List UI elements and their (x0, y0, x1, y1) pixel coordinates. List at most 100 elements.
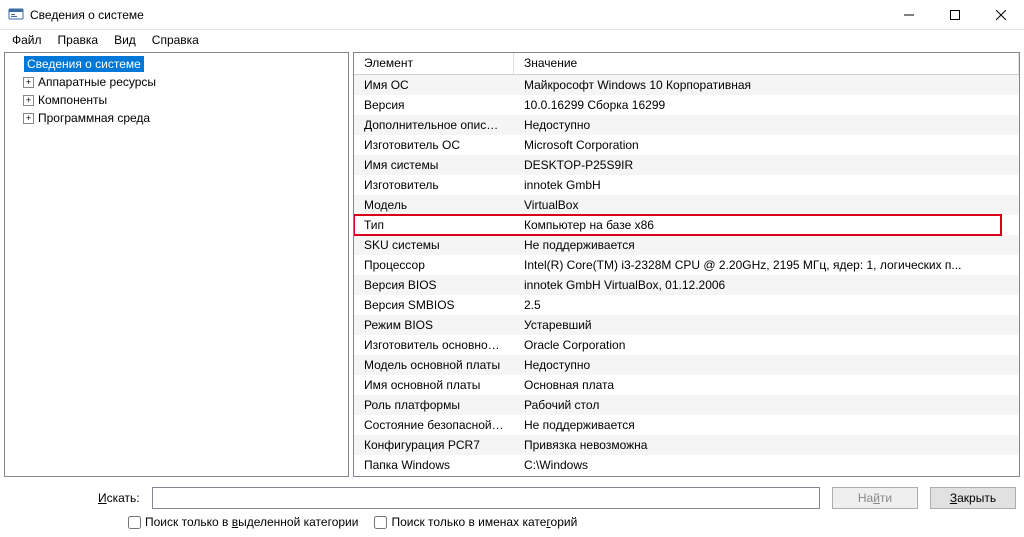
detail-cell-value: Не поддерживается (514, 238, 1019, 252)
tree-item-label: Программная среда (38, 111, 150, 125)
detail-row[interactable]: ТипКомпьютер на базе x86 (354, 215, 1019, 235)
detail-cell-name: Имя системы (354, 158, 514, 172)
detail-cell-name: Версия (354, 98, 514, 112)
detail-cell-value: innotek GmbH (514, 178, 1019, 192)
detail-row[interactable]: Модель основной платыНедоступно (354, 355, 1019, 375)
check-selected-category[interactable]: Поиск только в выделенной категории (128, 515, 358, 529)
detail-row[interactable]: ПроцессорIntel(R) Core(TM) i3-2328M CPU … (354, 255, 1019, 275)
detail-cell-name: Роль платформы (354, 398, 514, 412)
tree-item-label: Аппаратные ресурсы (38, 75, 156, 89)
detail-header: Элемент Значение (354, 53, 1019, 75)
detail-cell-value: Основная плата (514, 378, 1019, 392)
menu-bar: Файл Правка Вид Справка (0, 30, 1024, 50)
detail-cell-value: 2.5 (514, 298, 1019, 312)
check-selected-category-box[interactable] (128, 516, 141, 529)
expand-icon[interactable]: + (23, 113, 34, 124)
detail-cell-name: SKU системы (354, 238, 514, 252)
detail-cell-value: Oracle Corporation (514, 338, 1019, 352)
detail-cell-value: Недоступно (514, 118, 1019, 132)
detail-cell-value: Привязка невозможна (514, 438, 1019, 452)
menu-edit[interactable]: Правка (50, 31, 107, 49)
tree-item[interactable]: + Компоненты (5, 91, 348, 109)
detail-cell-value: Рабочий стол (514, 398, 1019, 412)
menu-view[interactable]: Вид (106, 31, 144, 49)
detail-cell-name: Режим BIOS (354, 318, 514, 332)
tree-item[interactable]: + Программная среда (5, 109, 348, 127)
detail-row[interactable]: Версия SMBIOS2.5 (354, 295, 1019, 315)
detail-scroll[interactable]: Элемент Значение Имя ОСМайкрософт Window… (354, 53, 1019, 476)
close-search-button[interactable]: Закрыть (930, 487, 1016, 509)
detail-cell-value: 10.0.16299 Сборка 16299 (514, 98, 1019, 112)
detail-row[interactable]: Версия10.0.16299 Сборка 16299 (354, 95, 1019, 115)
detail-row[interactable]: Имя основной платыОсновная плата (354, 375, 1019, 395)
detail-row[interactable]: Изготовитель основной платыOracle Corpor… (354, 335, 1019, 355)
detail-cell-value: C:\Windows (514, 458, 1019, 472)
detail-cell-name: Тип (354, 218, 514, 232)
detail-cell-name: Версия SMBIOS (354, 298, 514, 312)
tree: Сведения о системе + Аппаратные ресурсы + К… (5, 53, 348, 129)
title-bar: Сведения о системе (0, 0, 1024, 30)
detail-row[interactable]: Имя ОСМайкрософт Windows 10 Корпоративна… (354, 75, 1019, 95)
detail-body: Имя ОСМайкрософт Windows 10 Корпоративна… (354, 75, 1019, 475)
detail-cell-name: Имя ОС (354, 78, 514, 92)
detail-row[interactable]: Изготовитель ОСMicrosoft Corporation (354, 135, 1019, 155)
detail-row[interactable]: Конфигурация PCR7Привязка невозможна (354, 435, 1019, 455)
tree-root[interactable]: Сведения о системе (5, 55, 348, 73)
search-options-row: Поиск только в выделенной категории Поис… (8, 515, 1016, 529)
detail-row[interactable]: МодельVirtualBox (354, 195, 1019, 215)
app-icon (8, 7, 24, 23)
detail-row[interactable]: Состояние безопасной загруз...Не поддерж… (354, 415, 1019, 435)
detail-cell-name: Папка Windows (354, 458, 514, 472)
menu-file[interactable]: Файл (4, 31, 50, 49)
detail-row[interactable]: Имя системыDESKTOP-P25S9IR (354, 155, 1019, 175)
detail-row[interactable]: Режим BIOSУстаревший (354, 315, 1019, 335)
tree-item[interactable]: + Аппаратные ресурсы (5, 73, 348, 91)
find-button[interactable]: Найти (832, 487, 918, 509)
detail-cell-value: Устаревший (514, 318, 1019, 332)
detail-row[interactable]: Папка WindowsC:\Windows (354, 455, 1019, 475)
expand-icon[interactable]: + (23, 95, 34, 106)
window-title: Сведения о системе (30, 8, 144, 22)
detail-cell-name: Имя основной платы (354, 378, 514, 392)
tree-item-label: Компоненты (38, 93, 107, 107)
detail-cell-value: innotek GmbH VirtualBox, 01.12.2006 (514, 278, 1019, 292)
detail-cell-value: VirtualBox (514, 198, 1019, 212)
minimize-button[interactable] (886, 0, 932, 29)
detail-cell-name: Дополнительное описание ОС (354, 118, 514, 132)
column-header-name[interactable]: Элемент (354, 53, 514, 74)
tree-root-label: Сведения о системе (24, 56, 144, 72)
search-input[interactable] (152, 487, 820, 509)
column-header-value[interactable]: Значение (514, 53, 1019, 74)
check-category-names-box[interactable] (374, 516, 387, 529)
tree-pane: Сведения о системе + Аппаратные ресурсы + К… (4, 52, 349, 477)
detail-cell-name: Изготовитель ОС (354, 138, 514, 152)
detail-cell-name: Процессор (354, 258, 514, 272)
detail-cell-name: Модель основной платы (354, 358, 514, 372)
detail-cell-value: Не поддерживается (514, 418, 1019, 432)
detail-cell-value: Intel(R) Core(TM) i3-2328M CPU @ 2.20GHz… (514, 258, 1019, 272)
detail-cell-name: Состояние безопасной загруз... (354, 418, 514, 432)
detail-row[interactable]: SKU системыНе поддерживается (354, 235, 1019, 255)
detail-row[interactable]: Роль платформыРабочий стол (354, 395, 1019, 415)
detail-row[interactable]: Дополнительное описание ОСНедоступно (354, 115, 1019, 135)
window-controls (886, 0, 1024, 29)
detail-row[interactable]: Версия BIOSinnotek GmbH VirtualBox, 01.1… (354, 275, 1019, 295)
detail-row[interactable]: Изготовительinnotek GmbH (354, 175, 1019, 195)
check-category-names[interactable]: Поиск только в именах категорий (374, 515, 577, 529)
detail-cell-name: Конфигурация PCR7 (354, 438, 514, 452)
close-button[interactable] (978, 0, 1024, 29)
detail-cell-name: Модель (354, 198, 514, 212)
detail-cell-value: DESKTOP-P25S9IR (514, 158, 1019, 172)
search-label: Искать: (8, 491, 140, 505)
bottom-panel: Искать: Найти Закрыть Поиск только в выд… (0, 481, 1024, 537)
detail-cell-name: Изготовитель основной платы (354, 338, 514, 352)
detail-cell-value: Компьютер на базе x86 (514, 218, 1019, 232)
detail-cell-value: Недоступно (514, 358, 1019, 372)
menu-help[interactable]: Справка (144, 31, 207, 49)
main-split: Сведения о системе + Аппаратные ресурсы + К… (4, 52, 1020, 477)
maximize-button[interactable] (932, 0, 978, 29)
check-selected-category-label: Поиск только в выделенной категории (145, 515, 358, 529)
detail-cell-name: Изготовитель (354, 178, 514, 192)
detail-cell-name: Версия BIOS (354, 278, 514, 292)
expand-icon[interactable]: + (23, 77, 34, 88)
